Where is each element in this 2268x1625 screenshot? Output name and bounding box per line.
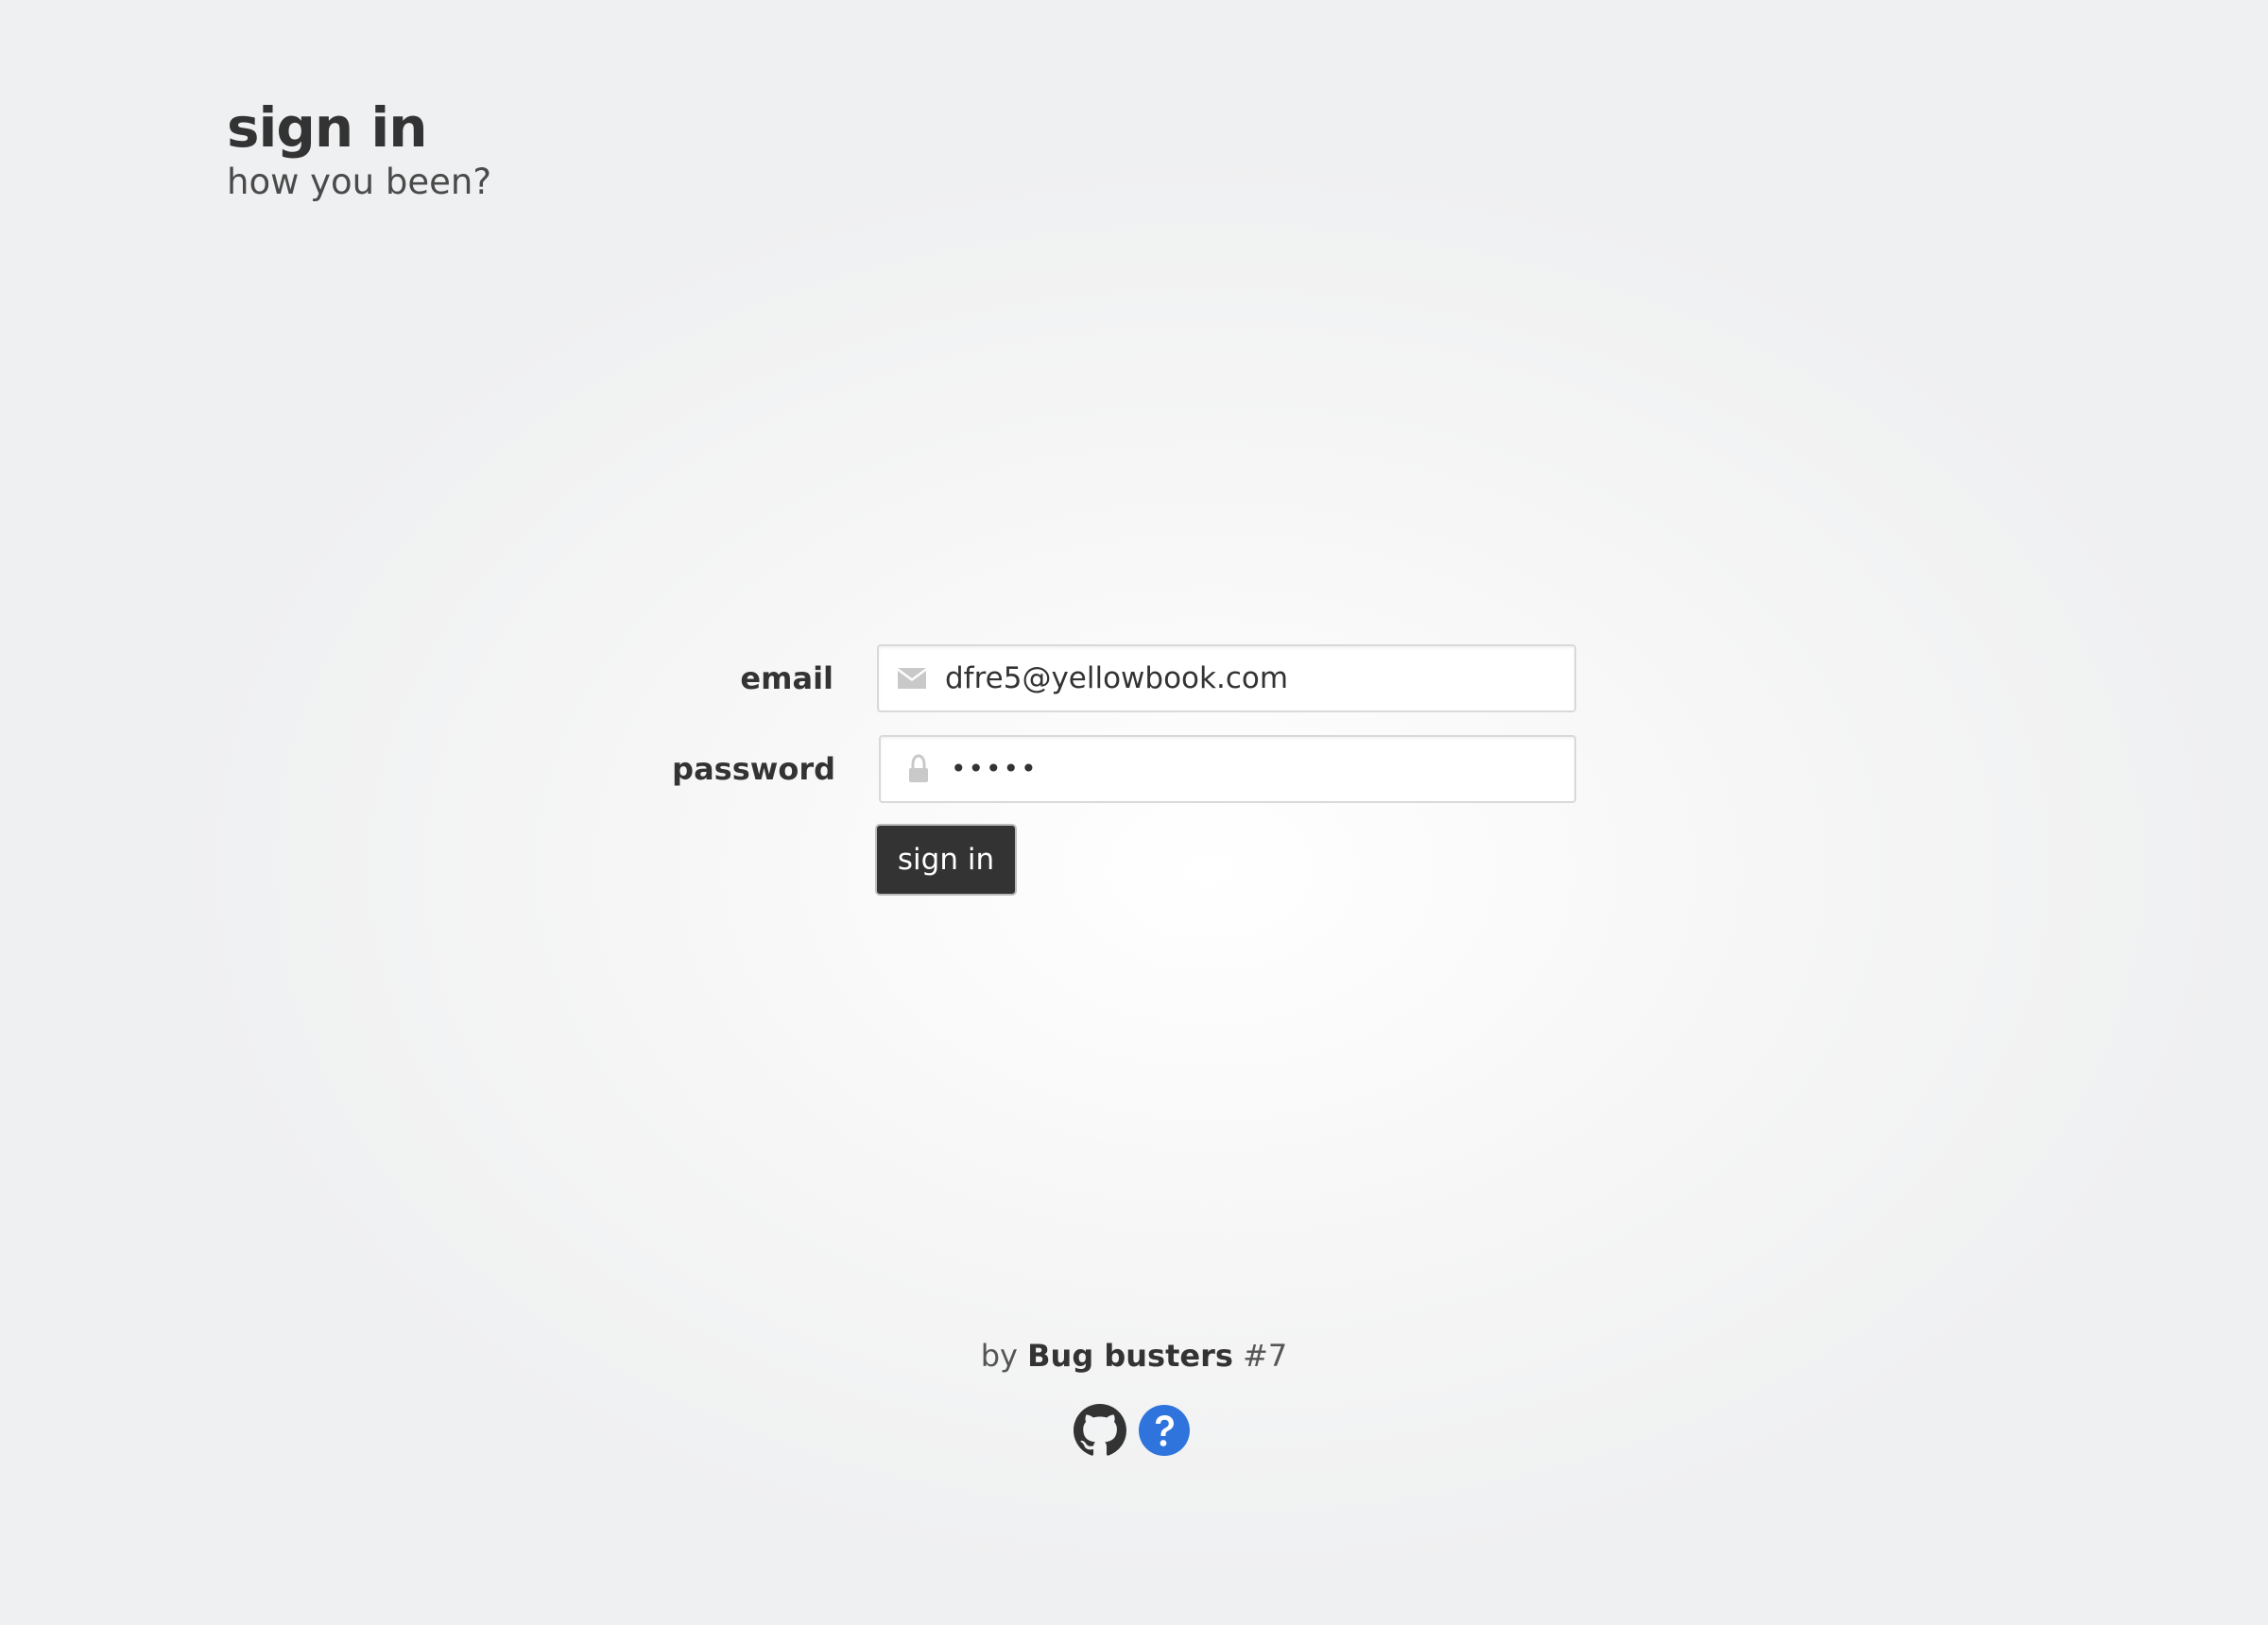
password-row: password <box>0 735 2268 803</box>
page-title: sign in <box>227 95 428 160</box>
footer-by-text: by <box>980 1338 1018 1374</box>
email-row: email <box>0 644 2268 712</box>
password-input[interactable] <box>951 737 1555 801</box>
email-field-box[interactable] <box>877 644 1576 712</box>
github-icon[interactable] <box>1074 1404 1126 1457</box>
footer-credit: by Bug busters #7 <box>0 1332 2268 1379</box>
page-subtitle: how you been? <box>227 162 491 202</box>
help-icon[interactable] <box>1138 1404 1191 1457</box>
email-input[interactable] <box>945 646 1550 710</box>
footer-team-number: #7 <box>1243 1338 1288 1374</box>
footer-links <box>1074 1404 1196 1459</box>
footer-team-name: Bug busters <box>1027 1338 1233 1374</box>
password-field-box[interactable] <box>879 735 1576 803</box>
password-label: password <box>672 751 835 787</box>
page-header: sign in how you been? <box>227 91 491 206</box>
lock-icon <box>905 754 937 786</box>
email-label: email <box>740 660 833 696</box>
envelope-icon <box>896 663 928 695</box>
sign-in-button[interactable]: sign in <box>875 824 1017 896</box>
